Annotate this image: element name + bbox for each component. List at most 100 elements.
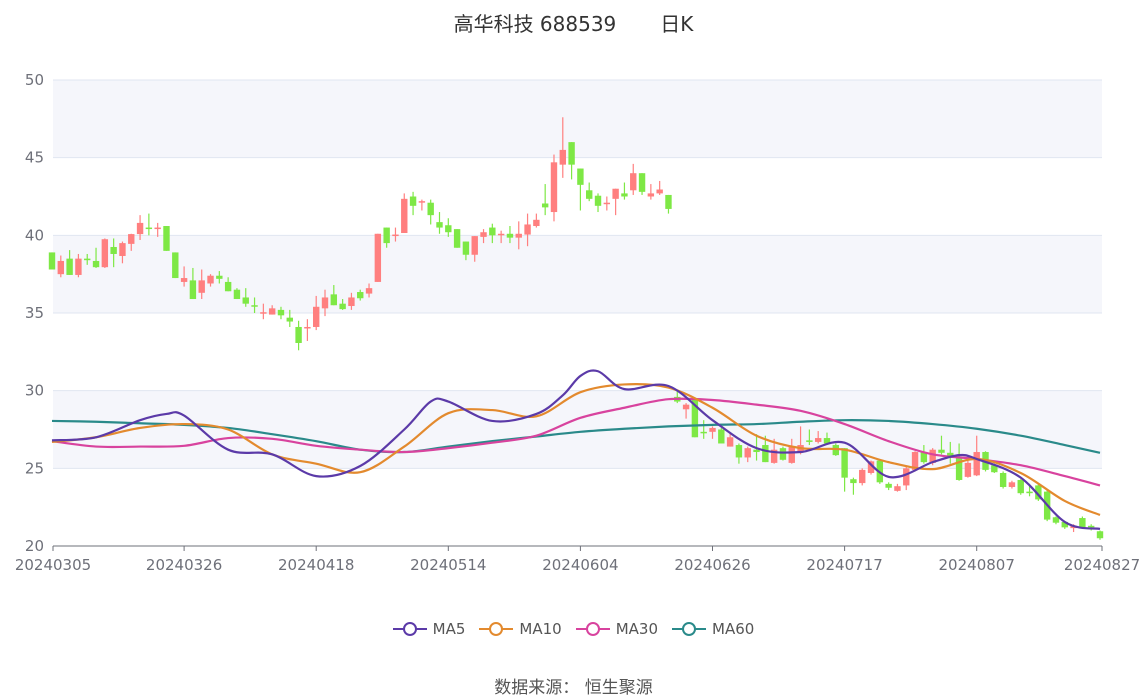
candle-body bbox=[339, 303, 346, 310]
candle-body bbox=[119, 243, 126, 256]
candle-body bbox=[136, 222, 144, 235]
y-tick-label: 30 bbox=[25, 382, 44, 400]
candle-body bbox=[709, 427, 716, 432]
candle-down bbox=[145, 213, 153, 236]
candle-body bbox=[577, 168, 584, 185]
candle-body bbox=[330, 294, 338, 306]
legend-label: MA5 bbox=[432, 620, 466, 638]
candle-down bbox=[586, 182, 593, 202]
candle-body bbox=[973, 452, 980, 476]
candle-body bbox=[216, 275, 223, 279]
candle-body bbox=[559, 149, 566, 165]
candle-body bbox=[859, 469, 866, 484]
candle-down bbox=[718, 427, 725, 444]
candle-body bbox=[533, 219, 540, 227]
candle-body bbox=[1026, 491, 1033, 494]
candle-body bbox=[128, 234, 135, 244]
candle-body bbox=[471, 236, 478, 255]
candle-down bbox=[850, 477, 857, 495]
candle-up bbox=[533, 213, 540, 228]
candle-body bbox=[348, 297, 355, 307]
candle-body bbox=[515, 233, 522, 238]
candle-body bbox=[145, 227, 153, 230]
y-tick-label: 40 bbox=[25, 226, 44, 244]
candle-body bbox=[401, 198, 408, 234]
legend-marker-icon bbox=[575, 622, 610, 636]
candle-up bbox=[603, 196, 611, 211]
legend-label: MA60 bbox=[712, 620, 755, 638]
legend-label: MA10 bbox=[519, 620, 562, 638]
candle-down bbox=[999, 471, 1007, 489]
candle-body bbox=[251, 305, 258, 307]
candle-body bbox=[647, 193, 655, 197]
candle-body bbox=[462, 241, 470, 255]
candle-up bbox=[374, 233, 382, 282]
candle-up bbox=[647, 184, 655, 200]
x-tick-label: 20240626 bbox=[674, 556, 750, 574]
candle-body bbox=[779, 448, 787, 460]
candle-body bbox=[735, 445, 743, 458]
candle-down bbox=[577, 168, 584, 211]
candle-down bbox=[594, 193, 602, 213]
candle-up bbox=[903, 466, 910, 491]
legend: MA5 MA10 MA30 MA60 bbox=[0, 620, 1147, 638]
legend-marker-icon bbox=[392, 622, 427, 636]
legend-marker-icon bbox=[479, 622, 514, 636]
x-tick-label: 20240807 bbox=[939, 556, 1015, 574]
candle-body bbox=[541, 203, 549, 208]
candle-body bbox=[295, 326, 302, 343]
candle-body bbox=[427, 202, 434, 216]
candle-body bbox=[903, 468, 910, 486]
candle-body bbox=[66, 258, 73, 275]
candle-body bbox=[357, 292, 364, 299]
legend-item-ma60[interactable]: MA60 bbox=[672, 620, 754, 638]
candle-up bbox=[964, 460, 972, 478]
x-tick-label: 20240717 bbox=[806, 556, 882, 574]
candle-down bbox=[841, 448, 848, 492]
candle-down bbox=[541, 184, 549, 216]
candle-body bbox=[700, 431, 707, 434]
x-tick-label: 20240305 bbox=[15, 556, 91, 574]
candle-up bbox=[101, 238, 109, 268]
candle-up bbox=[656, 180, 663, 195]
candle-body bbox=[418, 201, 426, 203]
legend-item-ma10[interactable]: MA10 bbox=[479, 620, 562, 638]
candle-body bbox=[726, 437, 734, 447]
candle-body bbox=[497, 233, 505, 236]
candle-body bbox=[436, 222, 443, 228]
candle-body bbox=[242, 297, 249, 304]
legend-label: MA30 bbox=[615, 620, 659, 638]
candle-body bbox=[365, 288, 373, 294]
candle-body bbox=[57, 260, 65, 275]
candle-body bbox=[665, 194, 672, 209]
candle-body bbox=[806, 440, 813, 442]
candle-body bbox=[841, 448, 848, 478]
candle-body bbox=[788, 446, 795, 463]
candle-body bbox=[885, 483, 892, 488]
candle-up bbox=[630, 163, 637, 195]
x-tick-label: 20240514 bbox=[410, 556, 486, 574]
candle-down bbox=[453, 229, 461, 248]
candle-body bbox=[524, 224, 531, 235]
candle-body bbox=[630, 173, 637, 191]
legend-item-ma30[interactable]: MA30 bbox=[575, 620, 659, 638]
candle-body bbox=[1052, 517, 1060, 523]
candle-down bbox=[233, 288, 241, 300]
candle-body bbox=[453, 229, 461, 248]
candle-body bbox=[260, 312, 267, 314]
legend-item-ma5[interactable]: MA5 bbox=[392, 620, 466, 638]
candle-down bbox=[445, 218, 452, 237]
candle-body bbox=[814, 438, 822, 442]
candle-body bbox=[233, 289, 241, 300]
candle-body bbox=[656, 189, 663, 194]
x-tick-label: 20240326 bbox=[146, 556, 222, 574]
candle-body bbox=[75, 258, 82, 275]
candle-body bbox=[938, 449, 945, 453]
y-tick-label: 35 bbox=[25, 304, 44, 322]
candle-body bbox=[163, 226, 170, 251]
x-tick-label: 20240418 bbox=[278, 556, 354, 574]
candle-body bbox=[718, 429, 725, 444]
candle-body bbox=[374, 233, 382, 282]
y-tick-label: 50 bbox=[25, 71, 44, 89]
candle-body bbox=[92, 260, 100, 268]
